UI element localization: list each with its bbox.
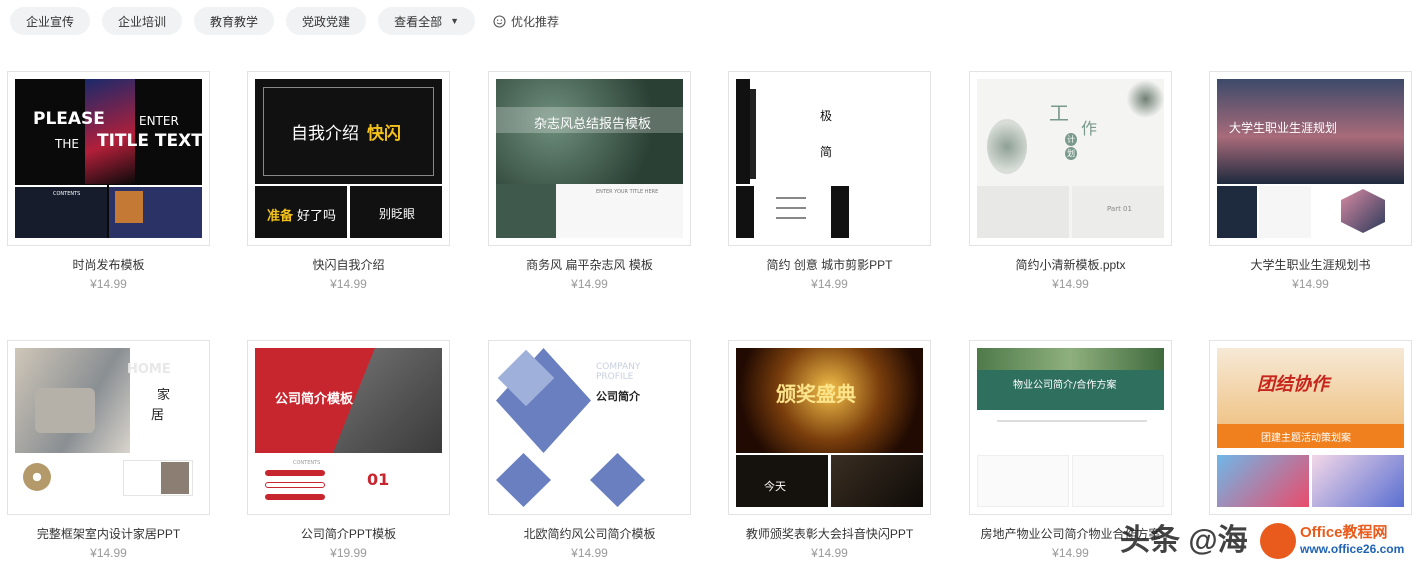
thumb-text: 极 bbox=[820, 109, 833, 123]
thumb-text: 物业公司简介/合作方案 bbox=[1013, 380, 1117, 391]
template-card[interactable]: 杂志风总结报告模板 ENTER YOUR TITLE HERE 商务风 扁平杂志… bbox=[488, 71, 691, 291]
template-price: ¥14.99 bbox=[811, 546, 848, 560]
thumb-text: Part 01 bbox=[1107, 205, 1132, 213]
template-price: ¥14.99 bbox=[1052, 277, 1089, 291]
template-title[interactable]: 完整框架室内设计家居PPT bbox=[7, 525, 210, 541]
thumb-text: 作 bbox=[1081, 119, 1098, 138]
watermark-text: 头条 @海 bbox=[1120, 524, 1248, 557]
template-thumbnail[interactable]: 公司简介模板 CONTENTS 01 bbox=[247, 340, 450, 515]
thumb-text: 杂志风总结报告模板 bbox=[534, 117, 652, 132]
thumb-text: 颁奖盛典 bbox=[776, 382, 856, 406]
watermark-overlay: 头条 @海 Office教程网 www.office26.com bbox=[1120, 515, 1420, 565]
view-all-label: 查看全部 bbox=[394, 14, 443, 29]
template-thumbnail[interactable]: PLEASE ENTER THE TITLE TEXT CONTENTS bbox=[7, 71, 210, 246]
thumb-text: ENTER bbox=[139, 114, 179, 128]
thumb-text: 划 bbox=[1065, 147, 1077, 160]
template-title[interactable]: 教师颁奖表彰大会抖音快闪PPT bbox=[728, 525, 931, 541]
watermark-brand: Office教程网 bbox=[1300, 524, 1388, 541]
thumb-text: 工 bbox=[1049, 101, 1069, 125]
template-thumbnail[interactable]: COMPANY PROFILE 公司简介 bbox=[488, 340, 691, 515]
thumb-text: PROFILE bbox=[596, 372, 634, 382]
template-thumbnail[interactable]: 自我介绍 快闪 准备 好了吗 别眨眼 bbox=[247, 71, 450, 246]
template-price: ¥14.99 bbox=[90, 277, 127, 291]
template-thumbnail[interactable]: 极 简 bbox=[728, 71, 931, 246]
tag-party-building[interactable]: 党政党建 bbox=[286, 7, 367, 35]
template-title[interactable]: 大学生职业生涯规划书 bbox=[1209, 256, 1412, 272]
template-price: ¥14.99 bbox=[571, 546, 608, 560]
template-title[interactable]: 简约 创意 城市剪影PPT bbox=[728, 256, 931, 272]
template-card[interactable]: 自我介绍 快闪 准备 好了吗 别眨眼 快闪自我介绍 ¥14.99 bbox=[247, 71, 450, 291]
template-thumbnail[interactable]: 工 作 计 划 Part 01 bbox=[969, 71, 1172, 246]
view-all-dropdown[interactable]: 查看全部 ▼ bbox=[378, 7, 475, 35]
thumb-text: 快闪 bbox=[367, 124, 401, 144]
thumb-text: ENTER YOUR TITLE HERE bbox=[596, 189, 659, 195]
thumb-text: 自我介绍 bbox=[291, 124, 359, 144]
template-thumbnail[interactable]: HOME 家 居 bbox=[7, 340, 210, 515]
template-title[interactable]: 商务风 扁平杂志风 模板 bbox=[488, 256, 691, 272]
thumb-text: 计 bbox=[1065, 133, 1077, 146]
tag-enterprise-promo[interactable]: 企业宣传 bbox=[10, 7, 91, 35]
thumb-text: HOME bbox=[127, 362, 171, 377]
template-thumbnail[interactable]: 颁奖盛典 今天 bbox=[728, 340, 931, 515]
template-price: ¥14.99 bbox=[571, 277, 608, 291]
template-price: ¥19.99 bbox=[330, 546, 367, 560]
template-title[interactable]: 北欧简约风公司简介模板 bbox=[488, 525, 691, 541]
thumb-text: 简 bbox=[820, 145, 833, 159]
recommend-button[interactable]: 优化推荐 bbox=[493, 13, 559, 30]
recommend-label: 优化推荐 bbox=[511, 14, 560, 29]
thumb-text: 01 bbox=[367, 470, 390, 489]
thumb-text: CONTENTS bbox=[53, 191, 81, 197]
thumb-text: 团结协作 bbox=[1257, 374, 1329, 395]
template-price: ¥14.99 bbox=[330, 277, 367, 291]
thumb-text: THE bbox=[55, 137, 79, 151]
thumb-text: COMPANY bbox=[596, 362, 641, 372]
thumb-text: 居 bbox=[151, 408, 165, 423]
thumb-text: 公司简介 bbox=[596, 390, 640, 403]
filter-bar: 企业宣传 企业培训 教育教学 党政党建 查看全部 ▼ 优化推荐 bbox=[10, 7, 559, 35]
template-card[interactable]: 工 作 计 划 Part 01 简约小清新模板.pptx ¥14.99 bbox=[969, 71, 1172, 291]
template-card[interactable]: COMPANY PROFILE 公司简介 北欧简约风公司简介模板 ¥14.99 bbox=[488, 340, 691, 560]
template-thumbnail[interactable]: 团结协作 团建主题活动策划案 bbox=[1209, 340, 1412, 515]
thumb-text: CONTENTS bbox=[293, 460, 321, 466]
template-title[interactable]: 快闪自我介绍 bbox=[247, 256, 450, 272]
template-card[interactable]: 大学生职业生涯规划 大学生职业生涯规划书 ¥14.99 bbox=[1209, 71, 1412, 291]
thumb-text: 大学生职业生涯规划 bbox=[1229, 121, 1338, 135]
template-price: ¥14.99 bbox=[90, 546, 127, 560]
template-price: ¥14.99 bbox=[811, 277, 848, 291]
template-card[interactable]: 公司简介模板 CONTENTS 01 公司简介PPT模板 ¥19.99 bbox=[247, 340, 450, 560]
thumb-text: 家 bbox=[157, 388, 171, 403]
thumb-text: PLEASE bbox=[33, 109, 105, 129]
thumb-text: 今天 bbox=[764, 480, 786, 493]
tag-enterprise-training[interactable]: 企业培训 bbox=[102, 7, 183, 35]
thumb-text: TITLE TEXT bbox=[97, 131, 202, 151]
template-card[interactable]: PLEASE ENTER THE TITLE TEXT CONTENTS 时尚发… bbox=[7, 71, 210, 291]
template-card[interactable]: 极 简 简约 创意 城市剪影PPT ¥14.99 bbox=[728, 71, 931, 291]
template-card[interactable]: HOME 家 居 完整框架室内设计家居PPT ¥14.99 bbox=[7, 340, 210, 560]
template-title[interactable]: 简约小清新模板.pptx bbox=[969, 256, 1172, 272]
thumb-text: 好了吗 bbox=[297, 209, 337, 224]
template-thumbnail[interactable]: 大学生职业生涯规划 bbox=[1209, 71, 1412, 246]
smile-icon bbox=[493, 14, 506, 28]
watermark-url: www.office26.com bbox=[1300, 542, 1405, 556]
thumb-text: 团建主题活动策划案 bbox=[1261, 433, 1351, 444]
caret-down-icon: ▼ bbox=[450, 16, 459, 26]
template-price: ¥14.99 bbox=[1292, 277, 1329, 291]
template-thumbnail[interactable]: 物业公司简介/合作方案 bbox=[969, 340, 1172, 515]
template-card[interactable]: 颁奖盛典 今天 教师颁奖表彰大会抖音快闪PPT ¥14.99 bbox=[728, 340, 931, 560]
template-title[interactable]: 时尚发布模板 bbox=[7, 256, 210, 272]
thumb-text: 准备 bbox=[267, 209, 294, 224]
thumb-text: 公司简介模板 bbox=[275, 392, 354, 407]
thumb-text: 别眨眼 bbox=[379, 207, 416, 221]
tag-education[interactable]: 教育教学 bbox=[194, 7, 275, 35]
template-title[interactable]: 公司简介PPT模板 bbox=[247, 525, 450, 541]
template-thumbnail[interactable]: 杂志风总结报告模板 ENTER YOUR TITLE HERE bbox=[488, 71, 691, 246]
office-logo-icon bbox=[1260, 523, 1296, 559]
